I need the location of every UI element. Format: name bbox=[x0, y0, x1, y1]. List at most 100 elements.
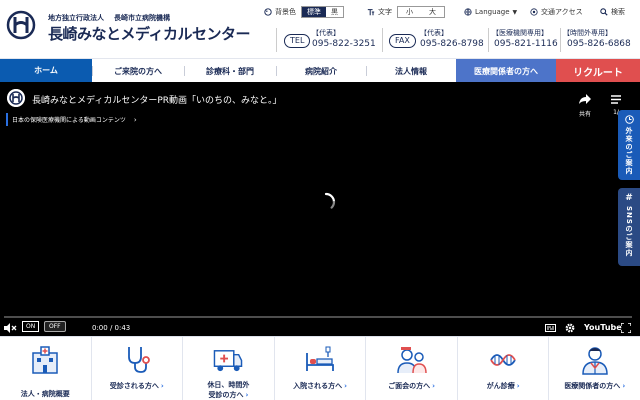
fullscreen-icon[interactable] bbox=[621, 323, 631, 333]
quick-menu-label: 法人・病院概要 bbox=[20, 390, 70, 398]
palette-icon bbox=[264, 8, 272, 16]
access-label: 交通アクセス bbox=[541, 8, 583, 16]
hashtag-icon: # bbox=[625, 193, 633, 203]
outpatient-info-label: 外来のご案内 bbox=[625, 127, 633, 175]
quick-menu-label: 受診される方へ › bbox=[109, 382, 164, 390]
video-time: 0:00 / 0:43 bbox=[92, 324, 131, 332]
tel-main-number[interactable]: 095-822-3251 bbox=[312, 39, 376, 49]
captions-toggle-off[interactable]: OFF bbox=[44, 321, 66, 332]
divider bbox=[382, 28, 383, 52]
chevron-right-icon: › bbox=[133, 115, 137, 124]
nav-corporate[interactable]: 法人情報 bbox=[366, 59, 456, 83]
youtube-logo[interactable]: YouTube bbox=[584, 323, 622, 332]
loading-spinner-icon bbox=[324, 192, 336, 209]
access-link[interactable]: 交通アクセス bbox=[530, 5, 583, 19]
nav-visitors[interactable]: ご来院の方へ bbox=[92, 59, 184, 83]
playlist-icon bbox=[611, 95, 621, 104]
quick-menu-item-medical-professionals[interactable]: 医療関係者の方へ › bbox=[549, 337, 640, 400]
quick-menu-item-after-hours[interactable]: 休日、時間外 受診の方へ › bbox=[183, 337, 275, 400]
divider bbox=[276, 28, 277, 52]
quick-menu-item-overview[interactable]: 法人・病院概要 bbox=[0, 337, 92, 400]
subtitles-icon[interactable] bbox=[545, 324, 556, 332]
quick-menu-label: 休日、時間外 受診の方へ › bbox=[207, 381, 250, 399]
fax-medical-number: 095-821-1116 bbox=[494, 39, 558, 49]
video-progress-bar[interactable] bbox=[4, 316, 632, 318]
fax-main-number: 095-826-8798 bbox=[420, 39, 484, 49]
text-large-button[interactable]: 大 bbox=[421, 7, 444, 17]
quick-menu-label: がん診療 › bbox=[486, 382, 520, 390]
text-size-switcher: 文字 小 大 bbox=[367, 5, 445, 19]
nav-about[interactable]: 病院紹介 bbox=[276, 59, 366, 83]
chevron-right-icon: › bbox=[344, 382, 347, 390]
quick-menu-label: 医療関係者の方へ › bbox=[564, 382, 626, 390]
chevron-right-icon: › bbox=[245, 391, 249, 399]
nav-home[interactable]: ホーム bbox=[0, 59, 92, 83]
outpatient-info-tab[interactable]: 外来のご案内 bbox=[618, 110, 640, 180]
chevron-right-icon: › bbox=[622, 382, 626, 390]
share-label: 共有 bbox=[578, 111, 591, 118]
quick-menu-item-outpatients[interactable]: 受診される方へ › bbox=[92, 337, 184, 400]
health-content-notice[interactable]: 日本の保険医療機関による動画コンテンツ › bbox=[6, 113, 137, 126]
doctor-icon bbox=[581, 347, 608, 375]
map-pin-icon bbox=[530, 8, 538, 16]
text-size-icon bbox=[367, 9, 375, 16]
fax-main-label: 【代表】 bbox=[420, 29, 448, 37]
fax-badge: FAX bbox=[389, 34, 416, 48]
hospital-building-icon bbox=[32, 346, 59, 374]
hospital-logo-icon[interactable] bbox=[6, 10, 36, 40]
site-title[interactable]: 長崎みなとメディカルセンター bbox=[48, 23, 250, 44]
share-button[interactable]: 共有 bbox=[574, 89, 596, 118]
video-player[interactable]: 長崎みなとメディカルセンターPR動画「いのちの、みなと。」 共有 1/ 日本の保… bbox=[0, 82, 640, 336]
divider bbox=[560, 28, 561, 52]
chevron-right-icon: › bbox=[160, 382, 164, 390]
text-small-button[interactable]: 小 bbox=[398, 7, 421, 17]
nav-medical-professionals[interactable]: 医療関係者の方へ bbox=[456, 59, 556, 83]
tel-main-label: 【代表】 bbox=[312, 29, 340, 37]
hospital-bed-icon bbox=[306, 346, 334, 371]
dna-icon bbox=[490, 354, 516, 366]
background-color-switcher: 背景色 標準 黒 bbox=[264, 5, 344, 19]
ambulance-icon bbox=[214, 350, 243, 372]
visitors-icon bbox=[396, 347, 427, 374]
chevron-right-icon: › bbox=[516, 382, 520, 390]
chevron-right-icon: › bbox=[432, 382, 436, 390]
video-controls: ON OFF 0:00 / 0:43 YouTube bbox=[0, 320, 640, 336]
site-header: 地方独立行政法人 長崎市立病院機構 長崎みなとメディカルセンター 背景色 標準 黒… bbox=[0, 0, 640, 58]
share-icon bbox=[579, 94, 591, 104]
quick-menu-item-visitors[interactable]: ご面会の方へ › bbox=[366, 337, 458, 400]
divider bbox=[488, 28, 489, 52]
nav-recruit[interactable]: リクルート bbox=[556, 59, 640, 83]
fax-medical-label: 【医療機関専用】 bbox=[492, 29, 548, 37]
stethoscope-icon bbox=[127, 347, 150, 373]
search-icon bbox=[600, 8, 608, 16]
nav-departments[interactable]: 診療科・部門 bbox=[184, 59, 276, 83]
chevron-down-icon: ▼ bbox=[512, 8, 518, 16]
fax-after-hours-label: 【時間外専用】 bbox=[563, 29, 612, 37]
captions-toggle-on[interactable]: ON bbox=[22, 321, 40, 332]
sns-info-label: SNSのご案内 bbox=[625, 206, 633, 257]
notice-text: 日本の保険医療機関による動画コンテンツ bbox=[12, 117, 126, 124]
channel-avatar-icon[interactable] bbox=[7, 89, 25, 107]
search-label: 検索 bbox=[611, 8, 625, 16]
language-label: Language bbox=[475, 8, 510, 16]
organization-subtitle: 地方独立行政法人 長崎市立病院機構 bbox=[48, 14, 170, 22]
quick-menu-label: 入院される方へ › bbox=[293, 382, 347, 390]
language-selector[interactable]: Language ▼ bbox=[464, 5, 517, 19]
text-size-label: 文字 bbox=[378, 8, 392, 16]
settings-gear-icon[interactable] bbox=[565, 323, 575, 333]
sns-info-tab[interactable]: # SNSのご案内 bbox=[618, 188, 640, 266]
clock-icon bbox=[624, 115, 634, 124]
quick-menu-item-cancer-care[interactable]: がん診療 › bbox=[458, 337, 550, 400]
bg-color-label: 背景色 bbox=[275, 8, 296, 16]
globe-icon bbox=[464, 8, 472, 16]
quick-menu-item-inpatients[interactable]: 入院される方へ › bbox=[275, 337, 367, 400]
search-link[interactable]: 検索 bbox=[600, 5, 625, 19]
global-nav: ホーム ご来院の方へ 診療科・部門 病院紹介 法人情報 医療関係者の方へ リクル… bbox=[0, 58, 640, 83]
bg-standard-button[interactable]: 標準 bbox=[302, 7, 326, 17]
tel-badge: TEL bbox=[284, 34, 311, 48]
video-title[interactable]: 長崎みなとメディカルセンターPR動画「いのちの、みなと。」 bbox=[32, 93, 282, 106]
quick-menu-label: ご面会の方へ › bbox=[388, 382, 436, 390]
fax-after-hours-number: 095-826-6868 bbox=[567, 39, 631, 49]
muted-volume-icon[interactable] bbox=[4, 323, 18, 333]
bg-black-button[interactable]: 黒 bbox=[326, 7, 343, 17]
